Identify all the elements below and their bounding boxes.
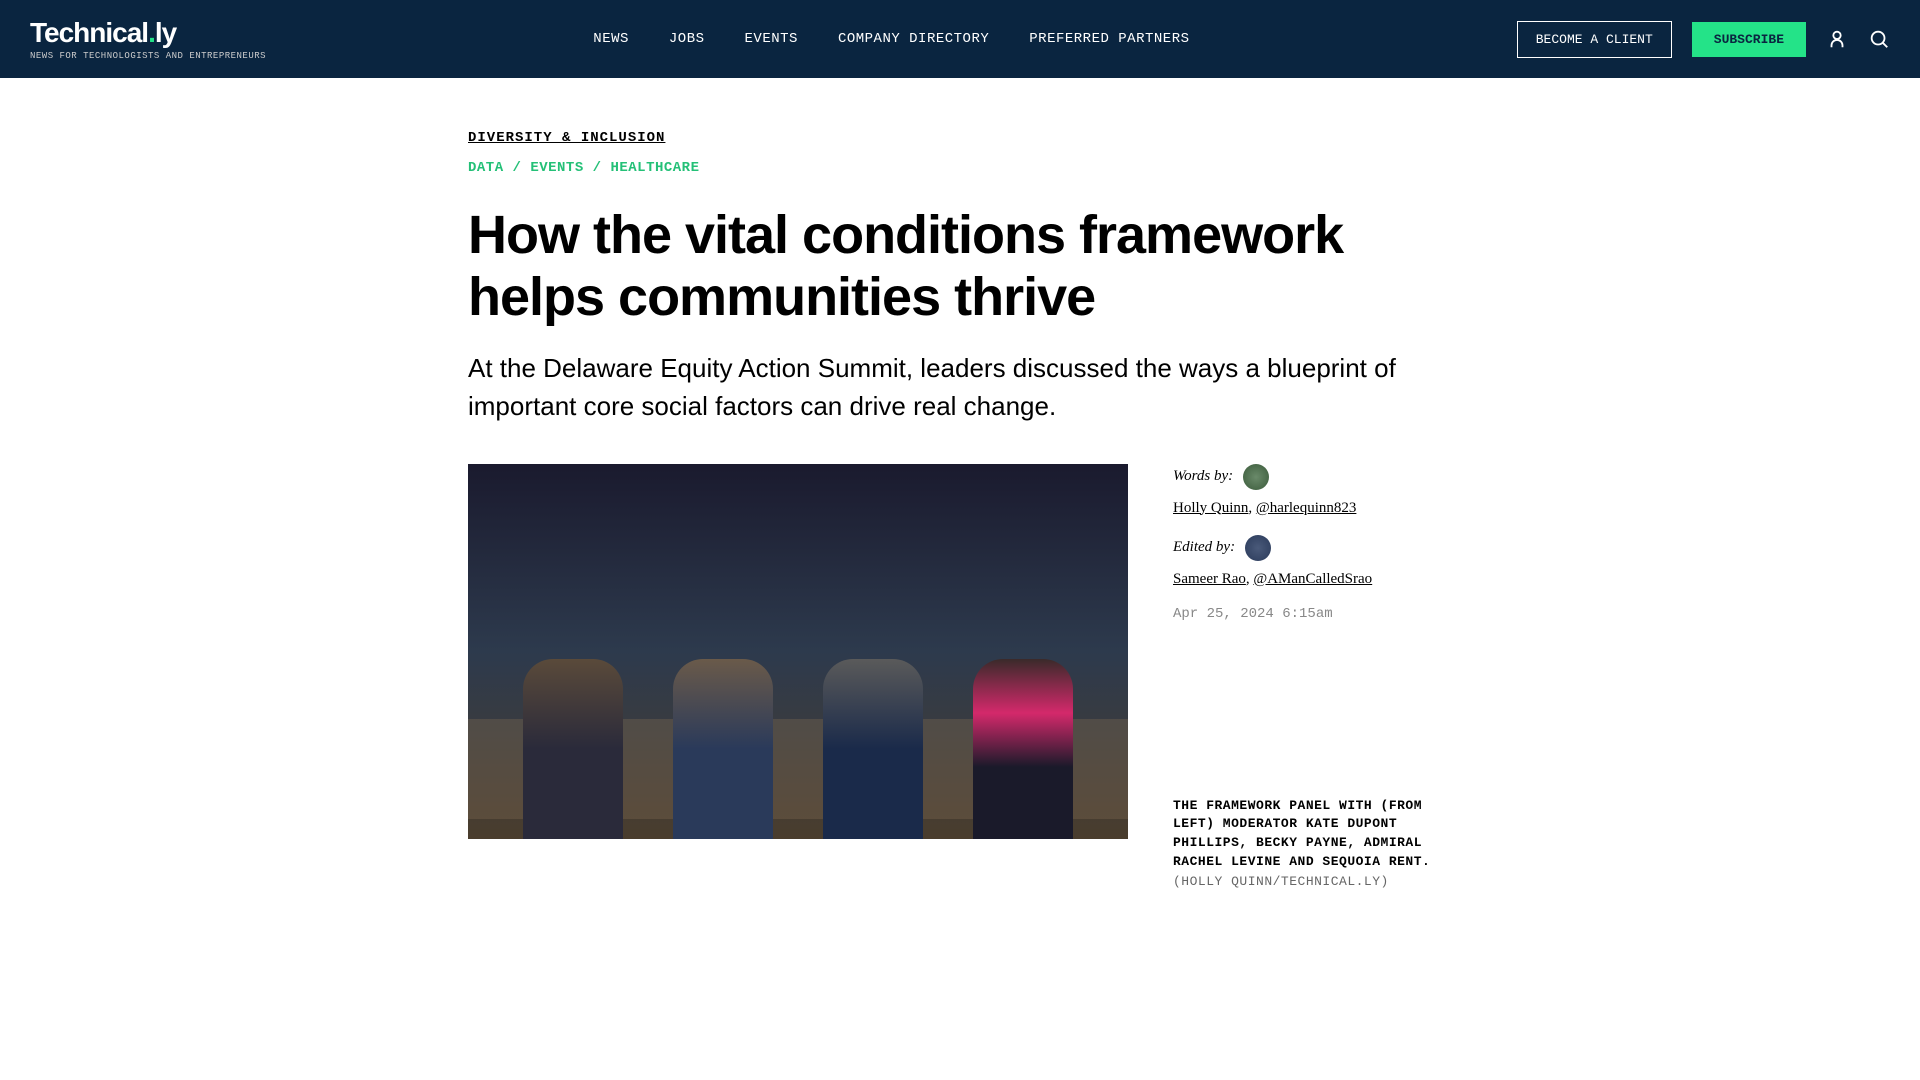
tag-list: DATA / EVENTS / HEALTHCARE [468,160,1452,176]
subscribe-button[interactable]: SUBSCRIBE [1692,22,1806,57]
logo-area[interactable]: Technical.ly NEWS FOR TECHNOLOGISTS AND … [30,17,266,61]
editor-avatar [1245,535,1271,561]
editor-handle-link[interactable]: @AManCalledSrao [1253,571,1372,587]
author-byline: Words by: Holly Quinn, @harlequinn823 [1173,464,1452,517]
nav-company-directory[interactable]: COMPANY DIRECTORY [838,31,989,47]
tag-data[interactable]: DATA [468,160,504,176]
editor-link[interactable]: Sameer Rao [1173,571,1246,587]
header-actions: BECOME A CLIENT SUBSCRIBE [1517,21,1890,58]
author-link[interactable]: Holly Quinn [1173,500,1248,516]
editor-byline: Edited by: Sameer Rao, @AManCalledSrao [1173,535,1452,588]
site-header: Technical.ly NEWS FOR TECHNOLOGISTS AND … [0,0,1920,78]
publish-timestamp: Apr 25, 2024 6:15am [1173,606,1452,622]
tagline: NEWS FOR TECHNOLOGISTS AND ENTREPRENEURS [30,51,266,61]
article-body: Words by: Holly Quinn, @harlequinn823 Ed… [468,464,1452,889]
tag-separator: / [593,160,611,176]
edited-by-label: Edited by: [1173,539,1235,556]
logo: Technical.ly [30,17,266,49]
nav-news[interactable]: NEWS [593,31,629,47]
tag-events[interactable]: EVENTS [530,160,583,176]
nav-jobs[interactable]: JOBS [669,31,705,47]
article-headline: How the vital conditions framework helps… [468,204,1452,328]
nav-events[interactable]: EVENTS [745,31,798,47]
article-content: DIVERSITY & INCLUSION DATA / EVENTS / HE… [448,78,1472,889]
nav-preferred-partners[interactable]: PREFERRED PARTNERS [1029,31,1189,47]
main-nav: NEWS JOBS EVENTS COMPANY DIRECTORY PREFE… [593,31,1189,47]
image-credit: (HOLLY QUINN/TECHNICAL.LY) [1173,874,1452,889]
tag-healthcare[interactable]: HEALTHCARE [610,160,699,176]
category-link[interactable]: DIVERSITY & INCLUSION [468,130,665,146]
article-meta: Words by: Holly Quinn, @harlequinn823 Ed… [1173,464,1452,889]
author-avatar [1243,464,1269,490]
search-icon[interactable] [1868,28,1890,50]
image-caption: THE FRAMEWORK PANEL WITH (FROM LEFT) MOD… [1173,797,1452,872]
account-icon[interactable] [1826,28,1848,50]
hero-image [468,464,1128,839]
tag-separator: / [513,160,531,176]
article-subhead: At the Delaware Equity Action Summit, le… [468,350,1452,425]
words-by-label: Words by: [1173,468,1233,485]
author-handle-link[interactable]: @harlequinn823 [1256,500,1356,516]
become-client-button[interactable]: BECOME A CLIENT [1517,21,1672,58]
